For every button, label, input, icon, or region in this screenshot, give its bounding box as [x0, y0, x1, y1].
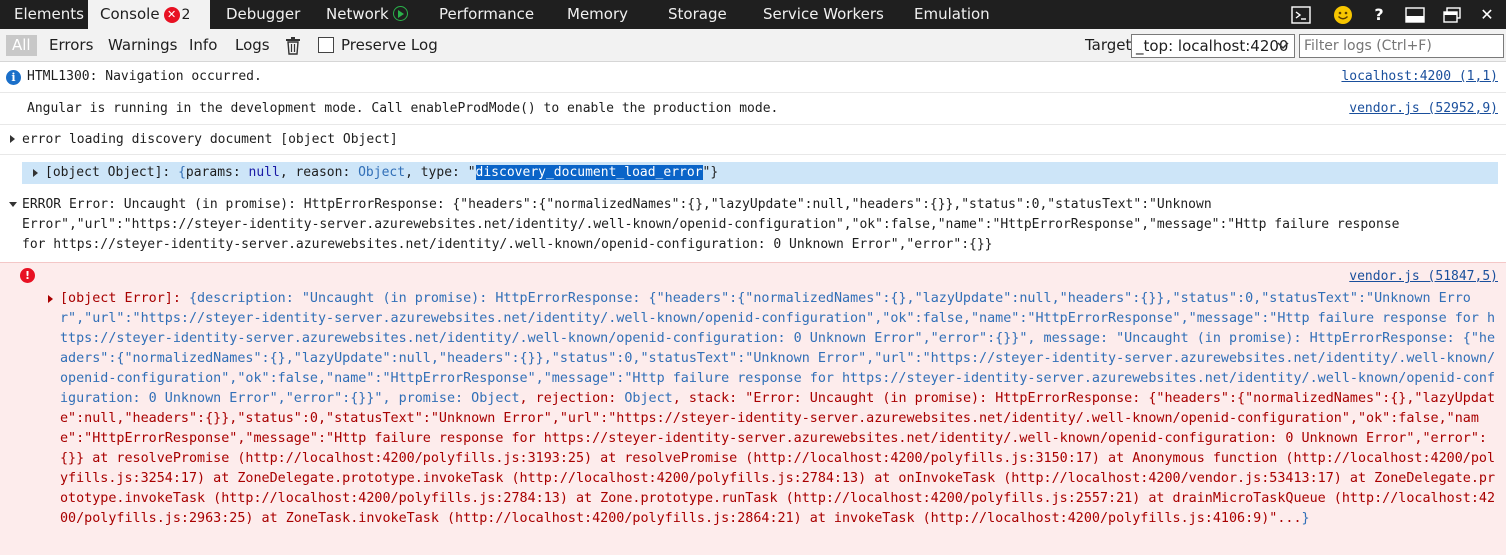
clear-console-button[interactable] — [285, 29, 305, 62]
devtools-tab-bar: Elements Console ✕ 2 Debugger Network Perf… — [0, 0, 1506, 29]
tab-network[interactable]: Network — [326, 0, 408, 29]
object-key: params: — [185, 165, 249, 180]
object-brace: { — [178, 165, 186, 180]
help-icon[interactable]: ? — [1369, 0, 1389, 29]
feedback-smiley-icon[interactable] — [1331, 0, 1355, 29]
object-brace: "} — [702, 165, 719, 180]
console-message: i HTML1300: Navigation occurred. localho… — [0, 62, 1506, 93]
object-key: , reason: — [279, 165, 359, 180]
error-count: 2 — [181, 7, 191, 23]
error-label: [object Error]: — [60, 291, 189, 306]
undock-window-icon[interactable] — [1440, 0, 1464, 29]
console-message[interactable]: error loading discovery document [object… — [0, 125, 1506, 155]
preserve-log-checkbox[interactable] — [318, 37, 334, 53]
expand-arrow-icon[interactable] — [48, 295, 53, 303]
message-text-row: for https://steyer-identity-server.azure… — [22, 237, 993, 252]
tab-console-label: Console — [100, 5, 160, 23]
object-brace: } — [1301, 511, 1310, 526]
tab-debugger[interactable]: Debugger — [226, 0, 300, 29]
object-label: [object Object]: — [45, 165, 179, 180]
object-key: , type: " — [405, 165, 476, 180]
source-link[interactable]: localhost:4200 (1,1) — [1341, 69, 1498, 84]
filter-info-button[interactable]: Info — [189, 29, 217, 62]
object-value-link[interactable]: Object — [471, 391, 519, 406]
object-preview: [object Object]: {params: null, reason: … — [45, 165, 718, 180]
info-icon: i — [6, 70, 21, 85]
message-text-row: ERROR Error: Uncaught (in promise): Http… — [22, 197, 1212, 212]
console-message[interactable]: ERROR Error: Uncaught (in promise): Http… — [0, 190, 1506, 262]
error-stack: , stack: "Error: Uncaught (in promise): … — [60, 391, 1496, 526]
tab-console[interactable]: Console ✕ 2 — [88, 0, 210, 29]
tab-elements[interactable]: Elements — [14, 0, 84, 29]
source-link[interactable]: vendor.js (52952,9) — [1349, 101, 1498, 116]
message-text-row: Error","url":"https://steyer-identity-se… — [22, 217, 1400, 232]
preserve-log-label: Preserve Log — [341, 36, 438, 54]
tab-storage[interactable]: Storage — [668, 0, 727, 29]
dock-icon[interactable] — [1403, 0, 1427, 29]
message-text: Angular is running in the development mo… — [27, 101, 779, 116]
message-text: error loading discovery document [object… — [22, 132, 398, 147]
tab-performance[interactable]: Performance — [439, 0, 534, 29]
console-toolbar: All Errors Warnings Info Logs Preserve L… — [0, 29, 1506, 62]
object-value-link[interactable]: Object — [624, 391, 672, 406]
console-prompt-icon[interactable] — [1289, 0, 1313, 29]
error-object-text: [object Error]: {description: "Uncaught … — [60, 289, 1500, 529]
tab-service-workers[interactable]: Service Workers — [763, 0, 884, 29]
message-text: HTML1300: Navigation occurred. — [27, 69, 262, 84]
tab-memory[interactable]: Memory — [567, 0, 628, 29]
source-link[interactable]: vendor.js (51847,5) — [1349, 269, 1498, 284]
selected-string-value[interactable]: discovery_document_load_error — [475, 165, 703, 180]
target-label: Target — [1085, 36, 1132, 54]
trash-icon — [286, 37, 300, 55]
console-message: Angular is running in the development mo… — [0, 93, 1506, 125]
expand-arrow-icon[interactable] — [33, 169, 38, 177]
object-value-link[interactable]: Object — [358, 165, 405, 180]
expand-arrow-icon[interactable] — [10, 135, 15, 143]
error-details: {description: "Uncaught (in promise): Ht… — [60, 291, 1496, 406]
error-details: , rejection: — [519, 391, 625, 406]
error-icon: ! — [20, 268, 35, 283]
filter-all-button[interactable]: All — [6, 35, 37, 56]
null-value: null — [248, 165, 280, 180]
tab-network-label: Network — [326, 5, 389, 23]
target-select[interactable]: _top: localhost:4200 — [1131, 34, 1295, 58]
filter-errors-button[interactable]: Errors — [49, 29, 93, 62]
collapse-arrow-icon[interactable] — [9, 202, 17, 207]
filter-warnings-button[interactable]: Warnings — [108, 29, 178, 62]
filter-logs-button[interactable]: Logs — [235, 29, 270, 62]
tab-emulation[interactable]: Emulation — [914, 0, 990, 29]
error-badge-icon: ✕ — [163, 7, 180, 23]
console-object-row[interactable]: [object Object]: {params: null, reason: … — [0, 155, 1506, 190]
chevron-down-icon — [1276, 35, 1290, 57]
filter-logs-input[interactable] — [1299, 34, 1504, 58]
network-record-icon — [392, 6, 408, 21]
close-icon[interactable]: ✕ — [1477, 0, 1497, 29]
target-select-value: _top: localhost:4200 — [1136, 37, 1289, 55]
